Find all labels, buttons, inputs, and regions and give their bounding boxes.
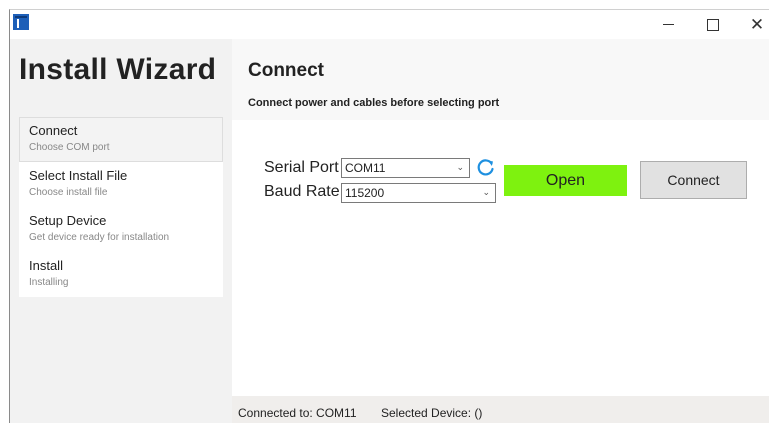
chevron-down-icon: ⌄ (456, 162, 464, 172)
minimize-button[interactable] (646, 10, 690, 39)
wizard-title: Install Wizard (19, 53, 217, 86)
step-description: Choose COM port (29, 142, 110, 153)
chevron-down-icon: ⌄ (482, 187, 490, 197)
maximize-icon (707, 18, 719, 31)
page-title: Connect (248, 60, 324, 81)
connect-button[interactable]: Connect (640, 161, 747, 199)
step-list: Connect Choose COM port Select Install F… (19, 117, 223, 297)
step-description: Choose install file (29, 187, 108, 198)
sidebar: Install Wizard Connect Choose COM port S… (10, 39, 232, 423)
maximize-button[interactable] (691, 10, 735, 39)
step-label: Connect (29, 123, 78, 138)
step-connect[interactable]: Connect Choose COM port (19, 117, 223, 162)
refresh-icon[interactable] (476, 157, 496, 177)
step-description: Installing (29, 277, 69, 288)
step-label: Select Install File (29, 168, 128, 183)
step-label: Setup Device (29, 213, 107, 228)
step-label: Install (29, 258, 63, 273)
close-button[interactable]: ✕ (735, 10, 769, 39)
close-icon: ✕ (749, 14, 765, 35)
serial-port-select[interactable]: COM11 ⌄ (341, 158, 470, 178)
step-select-install-file[interactable]: Select Install File Choose install file (19, 162, 223, 207)
app-icon (13, 14, 29, 30)
title-bar[interactable]: ✕ (10, 10, 769, 39)
minimize-icon (662, 24, 674, 25)
step-setup-device[interactable]: Setup Device Get device ready for instal… (19, 207, 223, 252)
serial-port-value: COM11 (345, 161, 386, 175)
main-content: Connect Connect power and cables before … (232, 39, 769, 396)
status-bar: Connected to: COM11 Selected Device: () (232, 396, 769, 423)
baud-rate-value: 115200 (345, 186, 385, 200)
step-install[interactable]: Install Installing (19, 252, 223, 297)
step-description: Get device ready for installation (29, 232, 170, 243)
connection-status: Connected to: COM11 (238, 406, 357, 420)
serial-port-label: Serial Port (264, 159, 339, 176)
app-window: ✕ Install Wizard Connect Choose COM port… (9, 9, 769, 423)
baud-rate-label: Baud Rate (264, 183, 340, 200)
selected-device-status: Selected Device: () (381, 406, 483, 420)
open-button[interactable]: Open (504, 165, 627, 196)
page-header: Connect Connect power and cables before … (232, 39, 769, 120)
baud-rate-select[interactable]: 115200 ⌄ (341, 183, 496, 203)
page-subtitle: Connect power and cables before selectin… (248, 97, 500, 109)
